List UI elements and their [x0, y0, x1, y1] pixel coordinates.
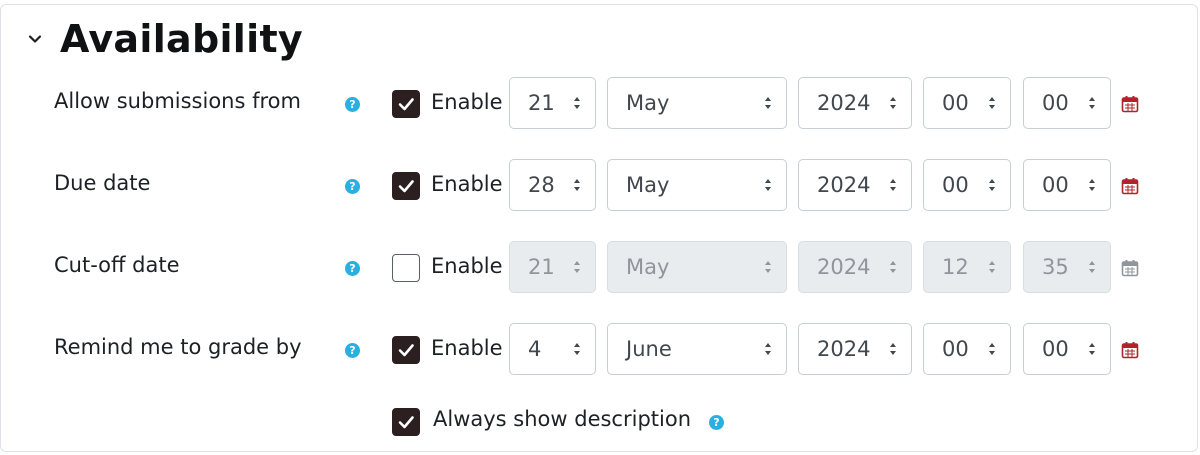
day-select: 21 — [509, 241, 596, 293]
select-arrows-icon — [1089, 343, 1095, 355]
select-arrows-icon — [989, 97, 995, 109]
enable-checkbox[interactable] — [392, 90, 420, 118]
hour-select[interactable]: 00 — [923, 323, 1011, 375]
select-arrows-icon — [765, 179, 771, 191]
year-select: 2024 — [798, 241, 912, 293]
field-label: Allow submissions from — [54, 89, 301, 113]
help-icon[interactable]: ? — [345, 97, 360, 112]
field-label: Cut-off date — [54, 253, 180, 277]
section-title: Availability — [60, 17, 303, 61]
month-select[interactable]: May — [607, 159, 787, 211]
select-arrows-icon — [574, 97, 580, 109]
select-arrows-icon — [989, 179, 995, 191]
select-arrows-icon — [1089, 97, 1095, 109]
select-arrows-icon — [989, 343, 995, 355]
month-select[interactable]: May — [607, 77, 787, 129]
calendar-icon — [1121, 260, 1139, 277]
select-arrows-icon — [765, 261, 771, 273]
enable-label: Enable — [431, 336, 503, 360]
always-show-description-row: Always show description ? — [0, 404, 1200, 440]
year-select[interactable]: 2024 — [798, 159, 912, 211]
select-arrows-icon — [574, 261, 580, 273]
field-label: Remind me to grade by — [54, 335, 302, 359]
always-show-label: Always show description — [433, 407, 691, 431]
help-icon[interactable]: ? — [709, 415, 724, 430]
select-arrows-icon — [765, 343, 771, 355]
hour-select[interactable]: 00 — [923, 159, 1011, 211]
enable-label: Enable — [431, 172, 503, 196]
calendar-icon[interactable] — [1121, 341, 1139, 359]
date-row-cut-off-date: Cut-off date ? Enable 21 May 2024 12 35 — [0, 241, 1200, 295]
minute-select[interactable]: 00 — [1023, 159, 1111, 211]
select-arrows-icon — [890, 179, 896, 191]
day-select[interactable]: 21 — [509, 77, 596, 129]
date-row-allow-submissions: Allow submissions from ? Enable 21 May 2… — [0, 77, 1200, 131]
select-arrows-icon — [890, 97, 896, 109]
chevron-down-icon[interactable] — [24, 28, 46, 50]
select-arrows-icon — [989, 261, 995, 273]
date-row-due-date: Due date ? Enable 28 May 2024 00 00 — [0, 159, 1200, 213]
availability-panel — [0, 4, 1198, 452]
help-icon[interactable]: ? — [345, 179, 360, 194]
calendar-icon[interactable] — [1121, 177, 1139, 195]
enable-checkbox[interactable] — [392, 172, 420, 200]
select-arrows-icon — [765, 97, 771, 109]
hour-select: 12 — [923, 241, 1011, 293]
enable-checkbox[interactable] — [392, 336, 420, 364]
enable-label: Enable — [431, 254, 503, 278]
day-select[interactable]: 4 — [509, 323, 596, 375]
select-arrows-icon — [1089, 261, 1095, 273]
select-arrows-icon — [890, 261, 896, 273]
select-arrows-icon — [574, 343, 580, 355]
enable-label: Enable — [431, 90, 503, 114]
field-label: Due date — [54, 171, 151, 195]
year-select[interactable]: 2024 — [798, 77, 912, 129]
date-row-remind-grade: Remind me to grade by ? Enable 4 June 20… — [0, 323, 1200, 377]
month-select: May — [607, 241, 787, 293]
help-icon[interactable]: ? — [345, 261, 360, 276]
year-select[interactable]: 2024 — [798, 323, 912, 375]
help-icon[interactable]: ? — [345, 343, 360, 358]
hour-select[interactable]: 00 — [923, 77, 1011, 129]
select-arrows-icon — [1089, 179, 1095, 191]
minute-select[interactable]: 00 — [1023, 323, 1111, 375]
day-select[interactable]: 28 — [509, 159, 596, 211]
always-show-checkbox[interactable] — [392, 408, 420, 436]
minute-select: 35 — [1023, 241, 1111, 293]
calendar-icon[interactable] — [1121, 95, 1139, 113]
minute-select[interactable]: 00 — [1023, 77, 1111, 129]
month-select[interactable]: June — [607, 323, 787, 375]
select-arrows-icon — [890, 343, 896, 355]
select-arrows-icon — [574, 179, 580, 191]
section-header[interactable]: Availability — [24, 14, 303, 64]
enable-checkbox[interactable] — [392, 254, 420, 282]
